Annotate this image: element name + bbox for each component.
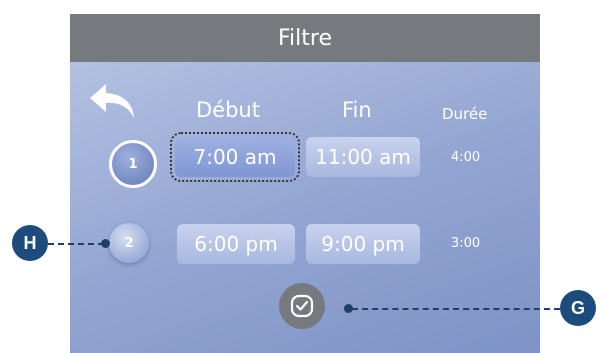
cycle-2-end-label: 9:00 pm [321,232,405,256]
confirm-button[interactable] [279,283,325,329]
callout-h-line [48,243,104,245]
cycle-2-number: 2 [124,235,134,251]
cycle-1-number: 1 [128,156,138,172]
checkmark-icon [290,294,314,318]
title-bar: Filtre [70,14,540,62]
cycle-2-start-label: 6:00 pm [194,232,278,256]
back-arrow-icon[interactable] [88,82,138,120]
cycle-2-duration: 3:00 [451,236,481,251]
duration-header: Durée [442,105,488,123]
cycle-1-end-time[interactable]: 11:00 am [306,137,420,177]
callout-g-badge: G [560,290,596,326]
start-header: Début [196,98,260,122]
cycle-1-start-time[interactable]: 7:00 am [170,132,300,182]
cycle-1-start-label: 7:00 am [193,145,277,169]
cycle-1-button[interactable]: 1 [109,140,157,188]
callout-h-dot [101,239,110,248]
callout-g-label: G [570,297,585,318]
filter-screen: Filtre Début Fin Durée 1 7:00 am 11:00 a… [70,14,540,353]
cycle-2-start-time[interactable]: 6:00 pm [177,224,295,264]
cycle-1-duration: 4:00 [451,150,481,165]
end-header: Fin [342,98,372,122]
callout-h-label: H [23,232,37,253]
page-title: Filtre [277,25,332,51]
cycle-2-end-time[interactable]: 9:00 pm [306,224,420,264]
cycle-2-button[interactable]: 2 [109,223,149,263]
callout-g-line [352,308,560,310]
callout-h-badge: H [12,225,48,261]
cycle-1-end-label: 11:00 am [315,145,411,169]
